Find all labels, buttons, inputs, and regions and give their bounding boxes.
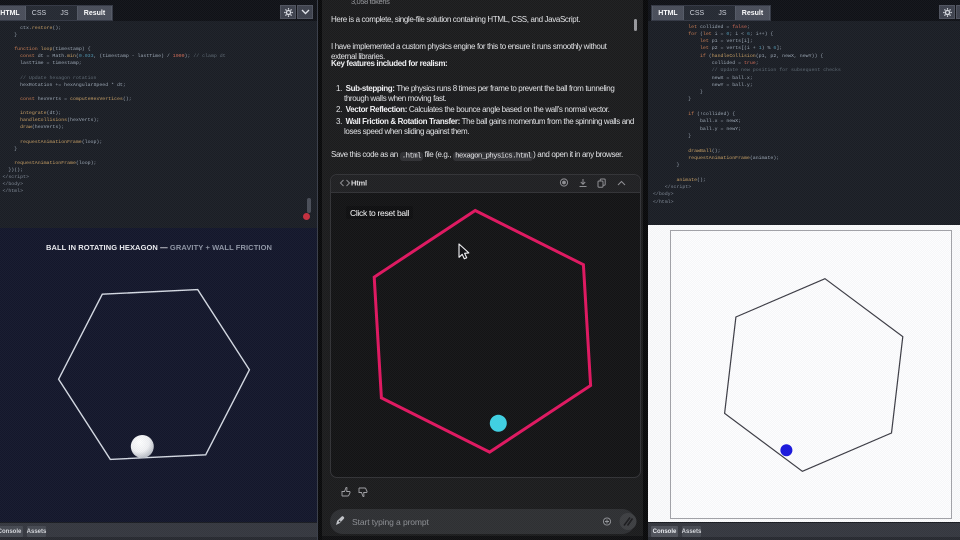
svg-text:Html: Html	[351, 179, 367, 188]
